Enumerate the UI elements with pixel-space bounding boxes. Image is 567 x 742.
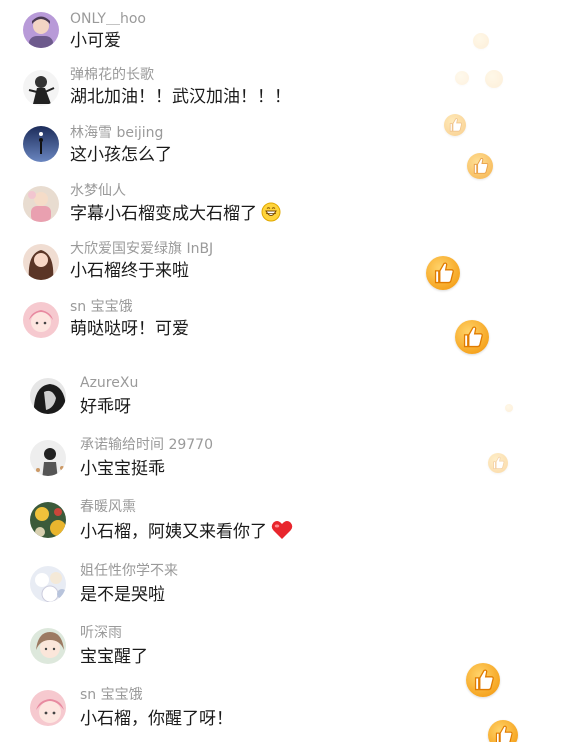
comment-item[interactable]: sn 宝宝饿 萌哒哒呀！可爱	[0, 298, 440, 356]
comment-username[interactable]: ONLY＿hoo	[70, 10, 146, 28]
comment-item[interactable]: 水梦仙人 字幕小石榴变成大石榴了	[0, 182, 440, 240]
comment-username[interactable]: sn 宝宝饿	[80, 686, 143, 704]
comment-text: 湖北加油！！武汉加油！！！	[70, 87, 291, 107]
comment-item[interactable]: 听深雨 宝宝醒了	[0, 622, 440, 680]
comment-username[interactable]: 承诺输给时间 29770	[80, 436, 213, 454]
thumbs-up-icon	[467, 153, 493, 179]
comment-item[interactable]: AzureXu 好乖呀	[0, 372, 440, 430]
comment-text-content: 字幕小石榴变成大石榴了	[70, 204, 257, 224]
comment-item[interactable]: ONLY＿hoo 小可爱	[0, 8, 440, 66]
avatar[interactable]	[30, 440, 66, 476]
comment-text: 好乖呀	[80, 397, 131, 417]
comment-item[interactable]: 弹棉花的长歌 湖北加油！！武汉加油！！！	[0, 66, 440, 124]
comment-text: 这小孩怎么了	[70, 145, 172, 165]
avatar[interactable]	[23, 186, 59, 222]
comment-text: 小可爱	[70, 31, 121, 51]
comment-username[interactable]: 林海雪 beijing	[70, 124, 163, 142]
comment-text: 萌哒哒呀！可爱	[70, 319, 189, 339]
avatar[interactable]	[23, 12, 59, 48]
comment-username[interactable]: 弹棉花的长歌	[70, 66, 154, 84]
comment-item[interactable]: 林海雪 beijing 这小孩怎么了	[0, 124, 440, 182]
thumbs-up-icon	[455, 320, 489, 354]
comment-text: 小石榴，你醒了呀！	[80, 709, 233, 729]
comment-item[interactable]: sn 宝宝饿 小石榴，你醒了呀！	[0, 684, 440, 742]
comment-text: 小石榴终于来啦	[70, 261, 189, 281]
comment-item[interactable]: 姐任性你学不来 是不是哭啦	[0, 560, 440, 618]
thumbs-up-icon	[505, 404, 513, 412]
thumbs-up-icon	[488, 720, 518, 742]
avatar[interactable]	[30, 378, 66, 414]
comment-username[interactable]: sn 宝宝饿	[70, 298, 133, 316]
comment-username[interactable]: 大欣爱国安爱绿旗 InBJ	[70, 240, 213, 258]
avatar[interactable]	[23, 70, 59, 106]
avatar[interactable]	[30, 502, 66, 538]
comment-username[interactable]: 春暖风熏	[80, 498, 136, 516]
comment-text: 字幕小石榴变成大石榴了	[70, 202, 281, 228]
comment-item[interactable]: 春暖风熏 小石榴，阿姨又来看你了	[0, 496, 440, 554]
avatar[interactable]	[30, 628, 66, 664]
avatar[interactable]	[30, 566, 66, 602]
avatar[interactable]	[23, 126, 59, 162]
thumbs-up-icon	[466, 663, 500, 697]
comment-username[interactable]: AzureXu	[80, 374, 138, 392]
grin-emoji	[261, 202, 281, 228]
comment-item[interactable]: 大欣爱国安爱绿旗 InBJ 小石榴终于来啦	[0, 240, 440, 298]
comment-text: 宝宝醒了	[80, 647, 148, 667]
thumbs-up-icon	[455, 71, 469, 85]
live-comment-feed: ONLY＿hoo 小可爱 弹棉花的长歌 湖北加油！！武汉加油！！！ 林海雪 be…	[0, 0, 567, 742]
comment-item[interactable]: 承诺输给时间 29770 小宝宝挺乖	[0, 434, 440, 492]
avatar[interactable]	[23, 244, 59, 280]
thumbs-up-icon	[473, 33, 489, 49]
comment-text: 是不是哭啦	[80, 585, 165, 605]
thumbs-up-icon	[488, 453, 508, 473]
comment-username[interactable]: 姐任性你学不来	[80, 562, 178, 580]
comment-text: 小宝宝挺乖	[80, 459, 165, 479]
comment-username[interactable]: 水梦仙人	[70, 182, 126, 200]
avatar[interactable]	[23, 302, 59, 338]
comment-username[interactable]: 听深雨	[80, 624, 122, 642]
thumbs-up-icon	[426, 256, 460, 290]
avatar[interactable]	[30, 690, 66, 726]
comment-text-content: 小石榴，阿姨又来看你了	[80, 522, 267, 542]
comment-text: 小石榴，阿姨又来看你了	[80, 520, 293, 546]
red-heart-emoji	[271, 520, 293, 546]
thumbs-up-icon	[444, 114, 466, 136]
thumbs-up-icon	[485, 70, 503, 88]
